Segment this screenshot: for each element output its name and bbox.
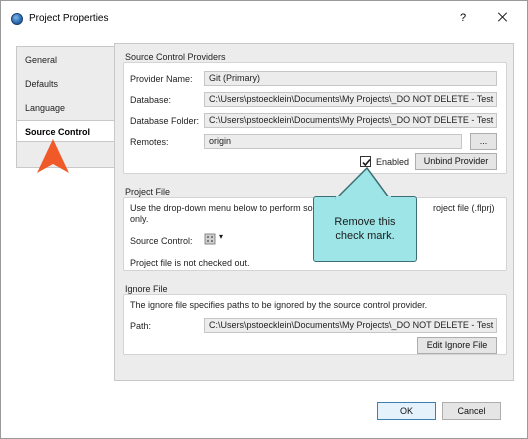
app-icon bbox=[11, 13, 23, 25]
tab-general[interactable]: General bbox=[17, 49, 115, 71]
remotes-label: Remotes: bbox=[130, 137, 169, 147]
callout-pointer bbox=[335, 166, 391, 200]
project-file-description: Use the drop-down menu below to perform … bbox=[130, 203, 321, 213]
project-file-description-only: only. bbox=[130, 214, 149, 224]
ignore-path-field: C:\Users\pstoecklein\Documents\My Projec… bbox=[204, 318, 497, 333]
cancel-button[interactable]: Cancel bbox=[442, 402, 501, 420]
chevron-down-icon: ▾ bbox=[219, 232, 224, 241]
unbind-provider-button[interactable]: Unbind Provider bbox=[415, 153, 497, 170]
ignore-file-description: The ignore file specifies paths to be ig… bbox=[130, 300, 428, 310]
database-folder-label: Database Folder: bbox=[130, 116, 200, 126]
ok-button[interactable]: OK bbox=[377, 402, 436, 420]
project-file-description-tail: roject file (.flprj) bbox=[433, 203, 495, 213]
provider-name-label: Provider Name: bbox=[130, 74, 193, 84]
tab-defaults[interactable]: Defaults bbox=[17, 73, 115, 95]
callout-line-2: check mark. bbox=[335, 230, 395, 242]
source-control-label: Source Control: bbox=[130, 236, 193, 246]
providers-group: Provider Name: Git (Primary) Database: C… bbox=[123, 62, 507, 174]
path-label: Path: bbox=[130, 321, 152, 331]
providers-group-title: Source Control Providers bbox=[123, 52, 228, 62]
window-title: Project Properties bbox=[29, 13, 109, 24]
close-icon[interactable] bbox=[495, 9, 511, 25]
browse-remotes-button[interactable]: ... bbox=[470, 133, 497, 150]
source-control-dropdown[interactable]: ▾ bbox=[204, 232, 228, 246]
database-field: C:\Users\pstoecklein\Documents\My Projec… bbox=[204, 92, 497, 107]
ignore-file-group: The ignore file specifies paths to be ig… bbox=[123, 294, 507, 355]
title-bar: Project Properties ? bbox=[1, 1, 527, 35]
project-file-group-title: Project File bbox=[123, 187, 173, 197]
edit-ignore-file-button[interactable]: Edit Ignore File bbox=[417, 337, 497, 354]
pointer-arrow-icon bbox=[37, 139, 69, 173]
project-properties-dialog: Project Properties ? General Defaults La… bbox=[0, 0, 528, 439]
remotes-field: origin bbox=[204, 134, 462, 149]
ignore-file-group-title: Ignore File bbox=[123, 284, 170, 294]
database-folder-field: C:\Users\pstoecklein\Documents\My Projec… bbox=[204, 113, 497, 128]
database-label: Database: bbox=[130, 95, 172, 105]
project-file-status: Project file is not checked out. bbox=[130, 258, 250, 268]
help-button[interactable]: ? bbox=[460, 12, 466, 24]
callout-line-1: Remove this bbox=[334, 216, 396, 228]
provider-name-field: Git (Primary) bbox=[204, 71, 497, 86]
tab-language[interactable]: Language bbox=[17, 97, 115, 119]
callout-box: Remove this check mark. bbox=[313, 196, 417, 262]
source-control-menu-icon bbox=[204, 233, 216, 245]
